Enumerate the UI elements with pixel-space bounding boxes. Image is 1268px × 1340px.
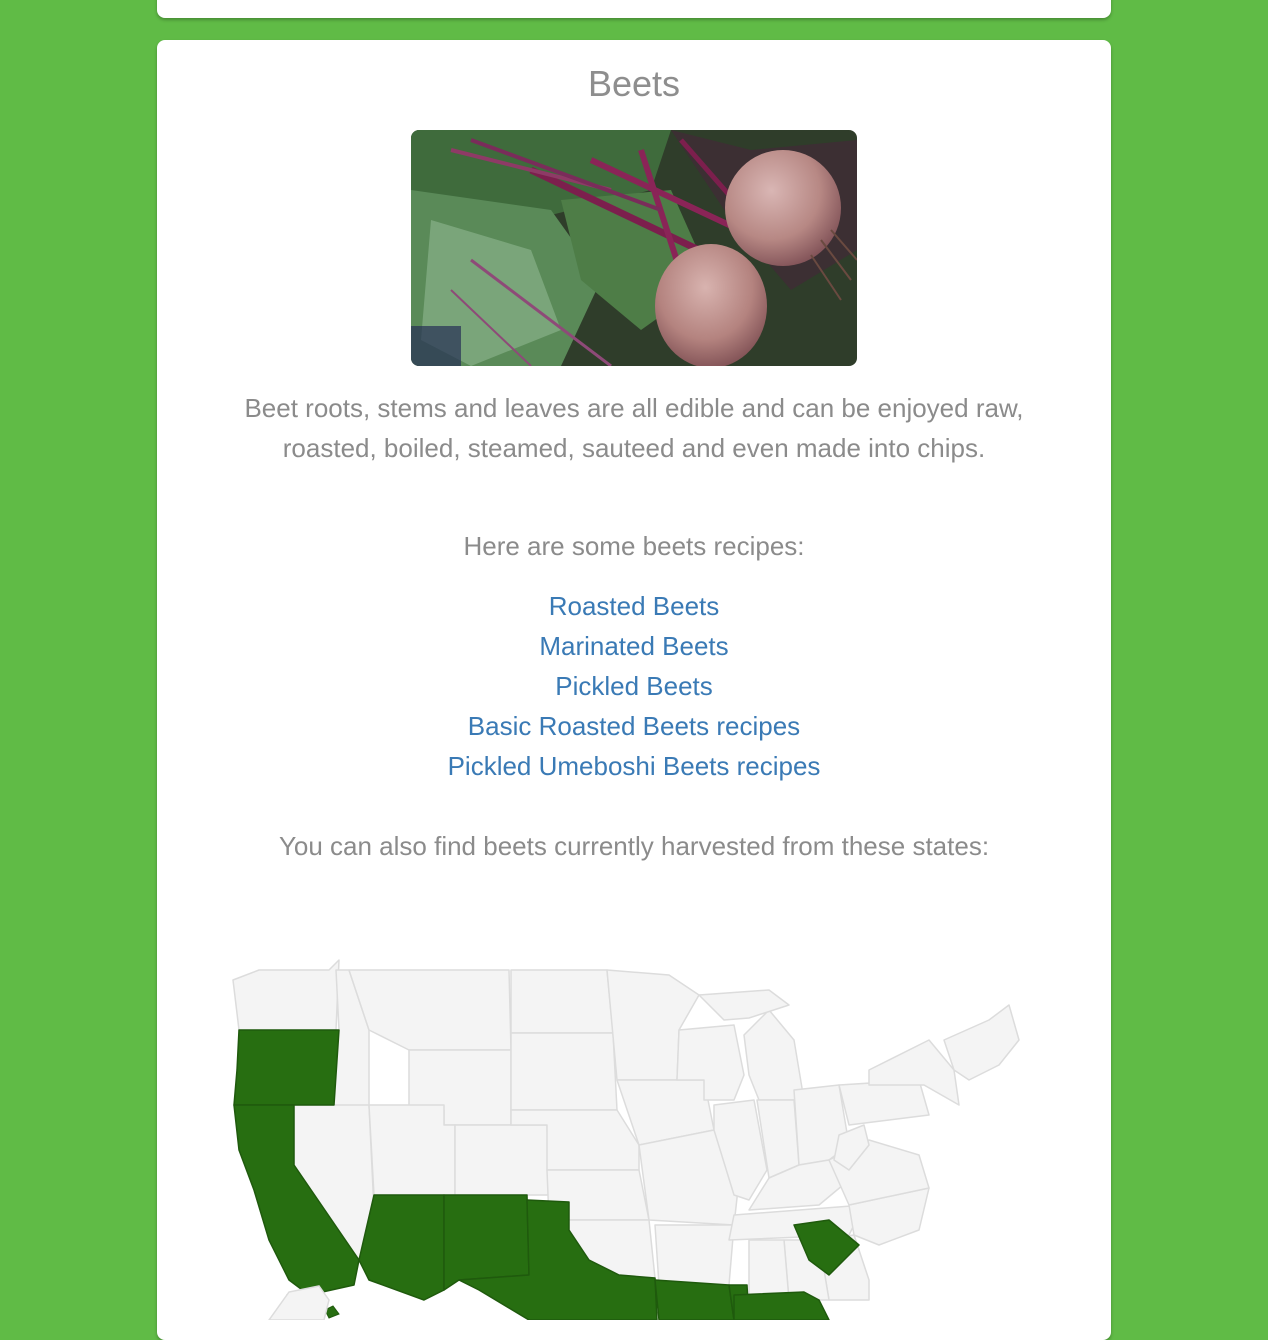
states-intro: You can also find beets currently harves… — [278, 831, 990, 861]
alaska-outline — [268, 1285, 330, 1320]
recipe-item: Marinated Beets — [157, 626, 1111, 666]
recipe-item: Pickled Umeboshi Beets recipes — [157, 746, 1111, 786]
produce-title: Beets — [587, 63, 681, 104]
state-mississippi-outline — [748, 1239, 790, 1301]
state-new-england — [943, 1004, 1020, 1081]
produce-card: Beets Beet roots, stems and leaves are a… — [157, 40, 1111, 1340]
recipe-item: Roasted Beets — [157, 586, 1111, 626]
state-south-dakota — [510, 1032, 618, 1111]
state-louisiana — [654, 1279, 735, 1320]
state-utah — [368, 1104, 456, 1196]
state-arkansas — [654, 1224, 735, 1286]
us-states-map — [232, 959, 1020, 1320]
state-oregon — [233, 1029, 340, 1106]
recipe-link-pickled-beets[interactable]: Pickled Beets — [555, 671, 713, 701]
produce-description: Beet roots, stems and leaves are all edi… — [244, 393, 1024, 463]
state-washington — [232, 959, 340, 1031]
state-pennsylvania — [838, 1079, 930, 1126]
state-michigan-up — [698, 989, 790, 1021]
previous-card — [157, 0, 1111, 18]
recipe-list: Roasted Beets Marinated Beets Pickled Be… — [157, 586, 1111, 786]
recipe-link-pickled-umeboshi-beets[interactable]: Pickled Umeboshi Beets recipes — [448, 751, 821, 781]
state-north-dakota — [510, 969, 614, 1034]
state-arizona — [358, 1194, 445, 1301]
recipe-item: Basic Roasted Beets recipes — [157, 706, 1111, 746]
state-colorado — [454, 1124, 550, 1196]
recipe-link-marinated-beets[interactable]: Marinated Beets — [539, 631, 728, 661]
recipe-item: Pickled Beets — [157, 666, 1111, 706]
beets-photo — [411, 130, 857, 366]
recipes-intro: Here are some beets recipes: — [463, 531, 805, 561]
state-michigan — [743, 1009, 805, 1101]
recipe-link-basic-roasted-beets[interactable]: Basic Roasted Beets recipes — [468, 711, 800, 741]
recipe-link-roasted-beets[interactable]: Roasted Beets — [549, 591, 720, 621]
state-montana — [348, 969, 512, 1051]
